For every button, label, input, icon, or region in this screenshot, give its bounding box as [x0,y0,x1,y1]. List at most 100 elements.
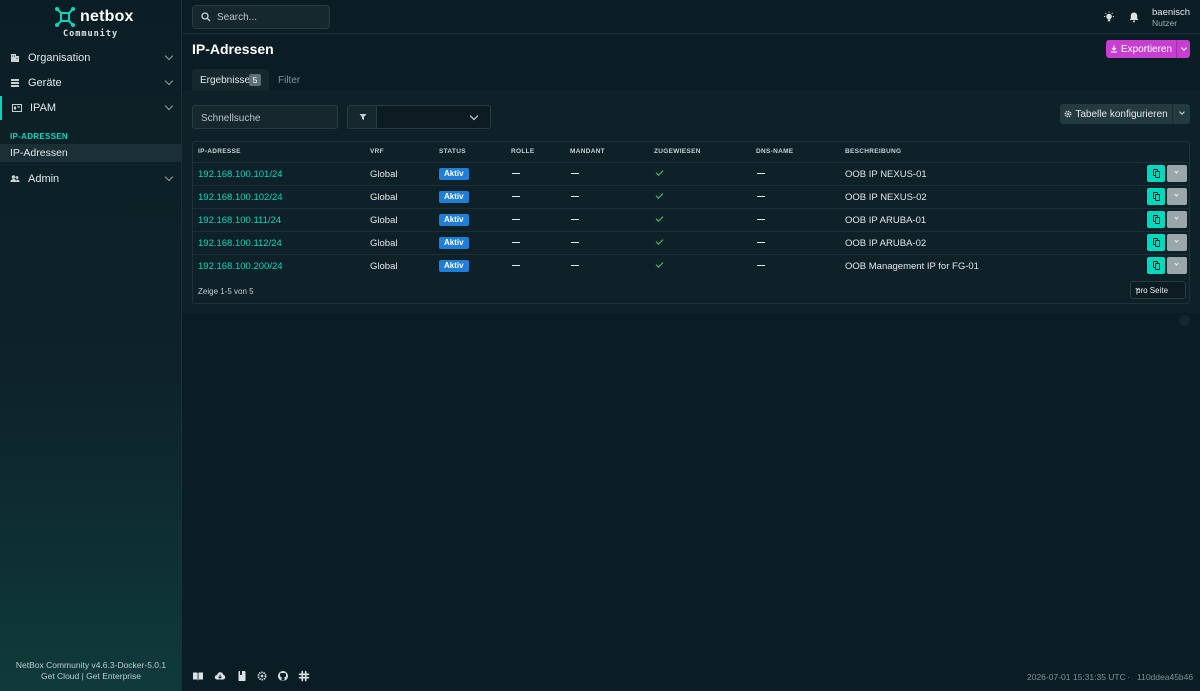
cloud-download-icon[interactable] [214,670,226,682]
row-actions-button[interactable] [1167,165,1187,182]
ip-address-link[interactable]: 192.168.100.111/24 [198,215,281,226]
configure-table-dropdown[interactable] [1172,104,1190,124]
vrf-cell: Global [370,261,398,272]
scroll-top-button[interactable] [1179,315,1190,326]
user-role: Nutzer [1152,18,1178,28]
sidebar-item-ipam[interactable]: IPAM [0,96,181,120]
book-icon[interactable] [236,670,248,682]
search-input[interactable] [217,10,325,25]
filter-select[interactable] [376,105,491,129]
ip-address-link[interactable]: 192.168.100.200/24 [198,261,283,272]
sidebar-footer-links[interactable]: Get Cloud | Get Enterprise [0,671,182,681]
footer-separator: · [1127,672,1130,682]
configure-table-main[interactable]: Tabelle konfigurieren [1060,104,1172,124]
tenant-empty [571,242,579,243]
lightbulb-icon[interactable] [1103,11,1115,23]
sidebar-item-admin[interactable]: Admin [0,167,181,191]
role-empty [512,219,520,220]
column-header[interactable]: ROLLE [511,148,535,155]
book-open-icon[interactable] [192,670,204,682]
description-cell: OOB Management IP for FG-01 [845,261,979,272]
column-header[interactable]: DNS-NAME [756,148,793,155]
column-header[interactable]: MANDANT [570,148,605,155]
slack-icon[interactable] [298,670,310,682]
row-actions-button[interactable] [1167,257,1187,274]
cog-api-icon[interactable] [256,670,268,682]
sidebar-item-organisation[interactable]: Organisation [0,46,181,70]
copy-button[interactable] [1147,165,1165,182]
counter-icon [12,104,22,112]
filter-button[interactable] [347,105,377,129]
ip-address-link[interactable]: 192.168.100.102/24 [198,192,283,203]
column-header[interactable]: STATUS [439,148,466,155]
column-header[interactable]: ZUGEWIESEN [654,148,701,155]
sidebar-section-heading: IP-ADRESSEN [10,132,68,141]
github-icon[interactable] [277,670,289,682]
vrf-cell: Global [370,169,398,180]
copy-button[interactable] [1147,188,1165,205]
sidebar-item-label: IPAM [30,102,57,114]
tenant-empty [571,196,579,197]
chevron-down-icon [1174,215,1179,220]
status-badge: Aktiv [439,237,469,249]
configure-table-label: Tabelle konfigurieren [1075,108,1168,120]
copy-icon-front [1155,240,1160,247]
dns-empty [757,196,765,197]
export-button-main[interactable]: Exportieren [1106,40,1176,58]
column-header[interactable]: BESCHREIBUNG [845,148,901,155]
column-header[interactable]: IP-ADRESSE [198,148,241,155]
role-empty [512,196,520,197]
copy-button[interactable] [1147,234,1165,251]
check-icon [655,237,664,245]
row-actions-button[interactable] [1167,211,1187,228]
server-timestamp: 2026-07-01 15:31:35 UTC [1027,672,1126,682]
column-header[interactable]: VRF [370,148,384,155]
dns-empty [757,242,765,243]
sidebar-item-label: Geräte [28,77,62,89]
search-icon [201,12,211,22]
download-icon [1110,45,1117,53]
copy-button[interactable] [1147,211,1165,228]
sidebar-item-geraete[interactable]: Geräte [0,71,181,95]
quick-search-input[interactable] [201,111,329,125]
brand-name: netbox [80,8,134,25]
dns-empty [757,173,765,174]
ip-address-link[interactable]: 192.168.100.112/24 [198,238,282,249]
sidebar-version: NetBox Community v4.6.3-Docker-5.0.1 [15,660,167,670]
description-cell: OOB IP NEXUS-02 [845,192,927,203]
ip-address-link[interactable]: 192.168.100.101/24 [198,169,283,180]
check-icon [655,168,664,176]
chevron-down-icon [1179,109,1185,115]
row-actions-button[interactable] [1167,234,1187,251]
quick-search[interactable] [192,105,338,129]
server-icon [11,79,19,87]
per-page-select[interactable]: pro Seite [1130,281,1186,299]
configure-table-button[interactable]: Tabelle konfigurieren [1060,104,1190,124]
copy-button[interactable] [1147,257,1165,274]
bell-icon[interactable] [1128,11,1140,23]
global-search[interactable] [192,5,330,29]
row-actions-button[interactable] [1167,188,1187,205]
description-cell: OOB IP ARUBA-01 [845,215,927,226]
table-row: 192.168.100.112/24 Global Aktiv OOB IP A… [193,231,1189,254]
commit-hash: 110ddea45b46 [1137,672,1194,682]
chevron-down-icon [1181,45,1187,51]
chevron-down-icon [1174,192,1179,197]
status-badge: Aktiv [439,168,469,180]
chevron-down-icon [1174,238,1179,243]
export-dropdown-toggle[interactable] [1176,40,1190,58]
chevron-down-icon [164,101,174,111]
brand-sub: Community [63,29,119,39]
table-row: 192.168.100.102/24 Global Aktiv OOB IP N… [193,185,1189,208]
sidebar-subitem-ip-adressen[interactable]: IP-Adressen [0,144,181,162]
tab-results[interactable]: Ergebnisse 5 [192,69,269,91]
tab-filter[interactable]: Filter [278,75,300,86]
copy-icon-front [1155,171,1160,178]
user-name[interactable]: baenisch [1152,7,1190,18]
check-icon [655,191,664,199]
export-button[interactable]: Exportieren [1106,40,1190,58]
sidebar-item-label: Organisation [28,52,91,64]
copy-icon-front [1155,263,1160,270]
per-page-label: pro Seite [1136,286,1169,295]
brand[interactable]: netbox Community [0,6,182,40]
